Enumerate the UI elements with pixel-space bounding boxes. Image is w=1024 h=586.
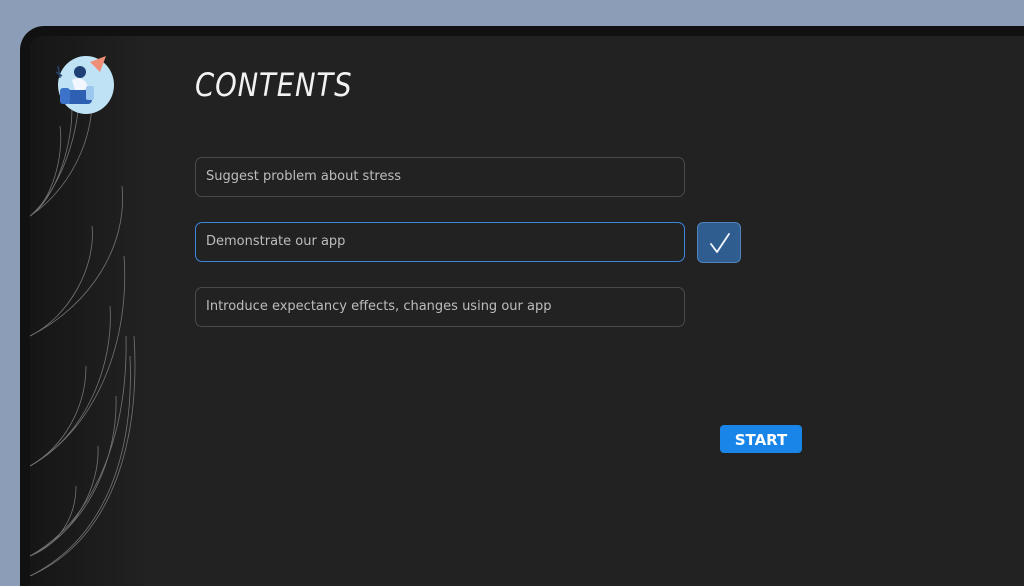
- contents-item-1[interactable]: Suggest problem about stress: [195, 157, 685, 197]
- start-button[interactable]: START: [720, 425, 802, 453]
- check-button[interactable]: [697, 222, 741, 263]
- checkmark-icon: [710, 233, 730, 253]
- device-frame: CONTENTS Suggest problem about stress De…: [20, 26, 1024, 586]
- person-relaxing-icon: [55, 56, 114, 114]
- contents-item-3[interactable]: Introduce expectancy effects, changes us…: [195, 287, 685, 327]
- page-title: CONTENTS: [195, 66, 353, 104]
- app-logo: [50, 48, 116, 114]
- contents-item-2[interactable]: Demonstrate our app: [195, 222, 685, 262]
- decorative-arcs: [30, 75, 136, 576]
- app-screen: CONTENTS Suggest problem about stress De…: [30, 36, 1024, 586]
